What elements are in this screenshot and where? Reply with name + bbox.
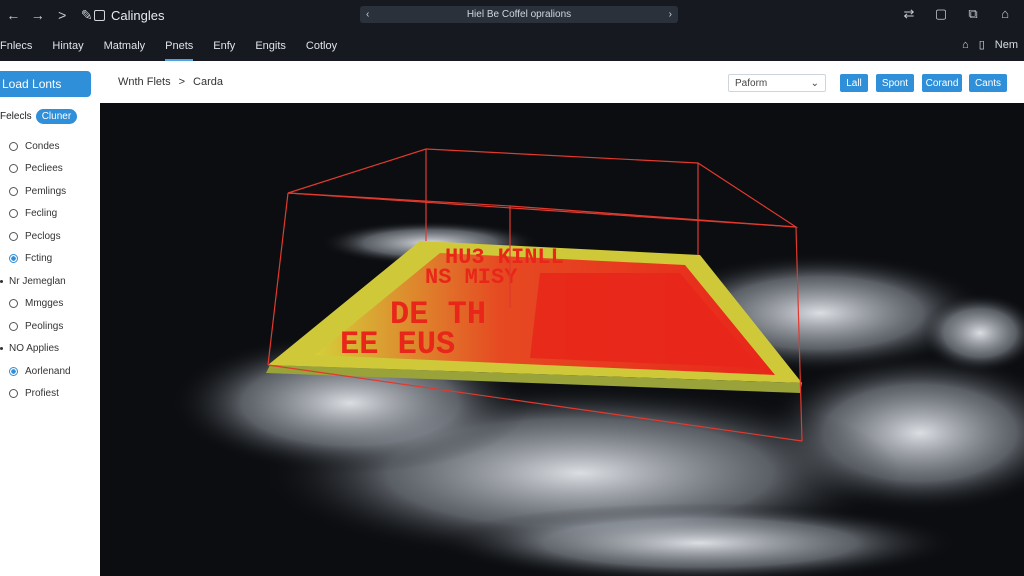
breadcrumb-leaf[interactable]: Carda — [193, 76, 223, 88]
sidebar-option[interactable]: Pecliees — [0, 158, 100, 181]
sidebar-option-label: Condes — [25, 140, 60, 152]
sidebar-option-label: Peolings — [25, 320, 64, 332]
radio-button[interactable] — [9, 141, 18, 151]
bullet-icon — [0, 347, 3, 351]
sidebar-option-label: Nr Jemeglan — [9, 275, 66, 287]
menu-item-matmaly[interactable]: Matmaly — [104, 40, 146, 52]
menu-right: ⌂ ▯ Nem — [962, 38, 1018, 52]
chevron-right-icon[interactable]: › — [669, 9, 672, 20]
sidebar-option-label: NO Applies — [9, 343, 60, 355]
radio-button[interactable] — [9, 254, 18, 264]
address-bar[interactable]: ‹ Hiel Be Coffel opralions › — [360, 6, 678, 23]
sidebar-option[interactable]: Aorlenand — [0, 360, 100, 383]
app-icon — [94, 9, 105, 21]
nav-controls: ← → > ✎ — [6, 7, 94, 24]
menu-right-label[interactable]: Nem — [995, 39, 1018, 51]
sidebar-group-header: Nr Jemeglan — [0, 270, 100, 293]
share-icon[interactable]: ⇄ — [900, 6, 918, 22]
sidebar: Load Lonts Felecls Cluner Condes Pecliees… — [0, 61, 101, 576]
radio-button[interactable] — [9, 389, 18, 399]
app-title-text: Calingles — [111, 7, 165, 23]
load-button[interactable]: Load Lonts — [0, 71, 91, 97]
sidebar-option-label: Pemlings — [25, 185, 67, 197]
forward-arrow-icon[interactable]: → — [31, 7, 46, 24]
menu-item-enfy[interactable]: Enfy — [213, 40, 235, 52]
home-icon[interactable]: ⌂ — [962, 39, 969, 51]
cants-button[interactable]: Cants — [969, 74, 1007, 92]
radio-button[interactable] — [9, 164, 18, 174]
bullet-icon — [0, 279, 3, 283]
pencil-icon[interactable]: ✎ — [80, 7, 95, 24]
radio-button[interactable] — [9, 186, 18, 196]
sidebar-option-label: Fcting — [25, 253, 53, 265]
home-icon[interactable]: ⌂ — [996, 6, 1014, 22]
radio-button[interactable] — [9, 321, 18, 331]
menu-item-fnlecs[interactable]: Fnlecs — [0, 40, 32, 52]
select-value: Paform — [735, 77, 768, 89]
sidebar-option-label: Peclogs — [25, 230, 61, 242]
sidebar-option[interactable]: Profiest — [0, 383, 100, 406]
sidebar-option[interactable]: Fecling — [0, 203, 100, 226]
menu-item-hintay[interactable]: Hintay — [52, 40, 83, 52]
sidebar-group-header: NO Applies — [0, 338, 100, 361]
radio-button[interactable] — [9, 209, 18, 219]
sidebar-option-label: Fecling — [25, 208, 58, 220]
sidebar-list: Condes Pecliees Pemlings Fecling Peclogs Fcti… — [0, 135, 100, 405]
sidebar-option[interactable]: Mmgges — [0, 293, 100, 316]
filter-row: Felecls Cluner — [0, 109, 78, 124]
menu-bar: Fnlecs Hintay Matmaly Pnets Enfy Engits … — [0, 30, 1024, 62]
sidebar-option-label: Pecliees — [25, 163, 63, 175]
sidebar-option[interactable]: Peclogs — [0, 225, 100, 248]
chevron-down-icon: ⌄ — [810, 77, 819, 89]
radio-button[interactable] — [9, 299, 18, 309]
filter-label: Felecls — [0, 111, 32, 122]
overlay-text-line-2: NS MISY — [425, 265, 518, 290]
corand-button[interactable]: Corand — [922, 74, 962, 92]
menu-items: Fnlecs Hintay Matmaly Pnets Enfy Engits … — [0, 40, 337, 61]
window-actions: ⇄ ▢ ⧉ ⌂ — [900, 6, 1014, 22]
lall-button[interactable]: Lall — [840, 74, 868, 92]
sidebar-option[interactable]: Peolings — [0, 315, 100, 338]
menu-item-pnets[interactable]: Pnets — [165, 40, 194, 61]
breadcrumb-root[interactable]: Wnth Flets — [118, 76, 171, 88]
sidebar-option-label: Aorlenand — [25, 365, 71, 377]
title-bar: ← → > ✎ Calingles ‹ Hiel Be Coffel opral… — [0, 0, 1024, 30]
point-cloud-canvas[interactable]: HU3 KINLL NS MISY DE TH EE EUS — [100, 103, 1024, 576]
app-title: Calingles — [94, 8, 164, 23]
toolbar: Wnth Flets > Carda Paform ⌄ Lall Spont C… — [100, 61, 1024, 104]
breadcrumb: Wnth Flets > Carda — [118, 76, 223, 88]
radio-button[interactable] — [9, 366, 18, 376]
window-icon[interactable]: ▢ — [932, 6, 950, 22]
document-icon[interactable]: ▯ — [979, 38, 985, 51]
menu-item-engits[interactable]: Engits — [255, 40, 286, 52]
overlay-text-line-4: EE EUS — [340, 326, 455, 363]
spont-button[interactable]: Spont — [876, 74, 914, 92]
copy-icon[interactable]: ⧉ — [964, 6, 982, 22]
sidebar-option[interactable]: Fcting — [0, 248, 100, 271]
chevron-left-icon[interactable]: ‹ — [366, 9, 369, 20]
sidebar-option-label: Mmgges — [25, 298, 64, 310]
menu-item-cotloy[interactable]: Cotloy — [306, 40, 337, 52]
radio-button[interactable] — [9, 231, 18, 241]
chevron-right-icon[interactable]: > — [55, 7, 70, 24]
back-arrow-icon[interactable]: ← — [6, 7, 21, 24]
breadcrumb-separator: > — [178, 76, 186, 88]
sidebar-option-label: Profiest — [25, 388, 59, 400]
sidebar-option[interactable]: Pemlings — [0, 180, 100, 203]
address-text: Hiel Be Coffel opralions — [466, 9, 572, 20]
filter-chip[interactable]: Cluner — [35, 109, 78, 124]
sidebar-option[interactable]: Condes — [0, 135, 100, 158]
format-select[interactable]: Paform ⌄ — [728, 74, 826, 92]
viewport-3d[interactable]: HU3 KINLL NS MISY DE TH EE EUS — [100, 103, 1024, 576]
